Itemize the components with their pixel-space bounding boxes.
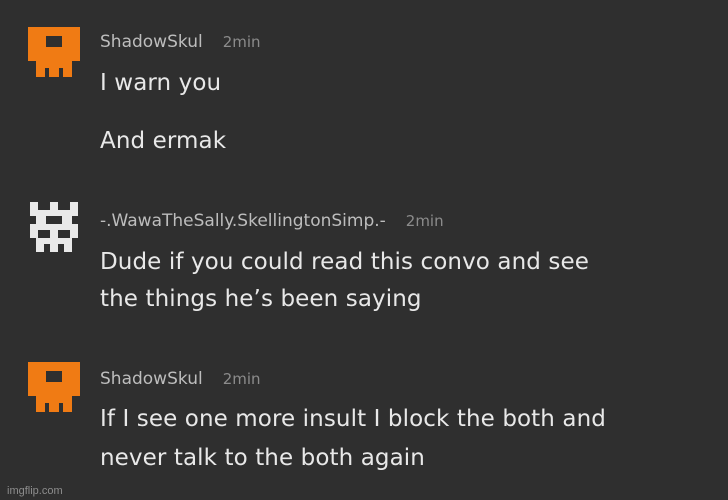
orange-pixel-skull-icon[interactable] [28,362,80,414]
message-text-line: If I see one more insult I block the bot… [100,406,606,432]
message-header: ShadowSkul 2min [100,369,261,389]
timestamp: 2min [222,370,261,388]
message-text-line: never talk to the both again [100,445,425,471]
chat-message-3: ShadowSkul 2min If I see one more insult… [0,0,728,480]
username[interactable]: ShadowSkul [100,369,203,389]
imgflip-watermark: imgflip.com [7,485,63,497]
